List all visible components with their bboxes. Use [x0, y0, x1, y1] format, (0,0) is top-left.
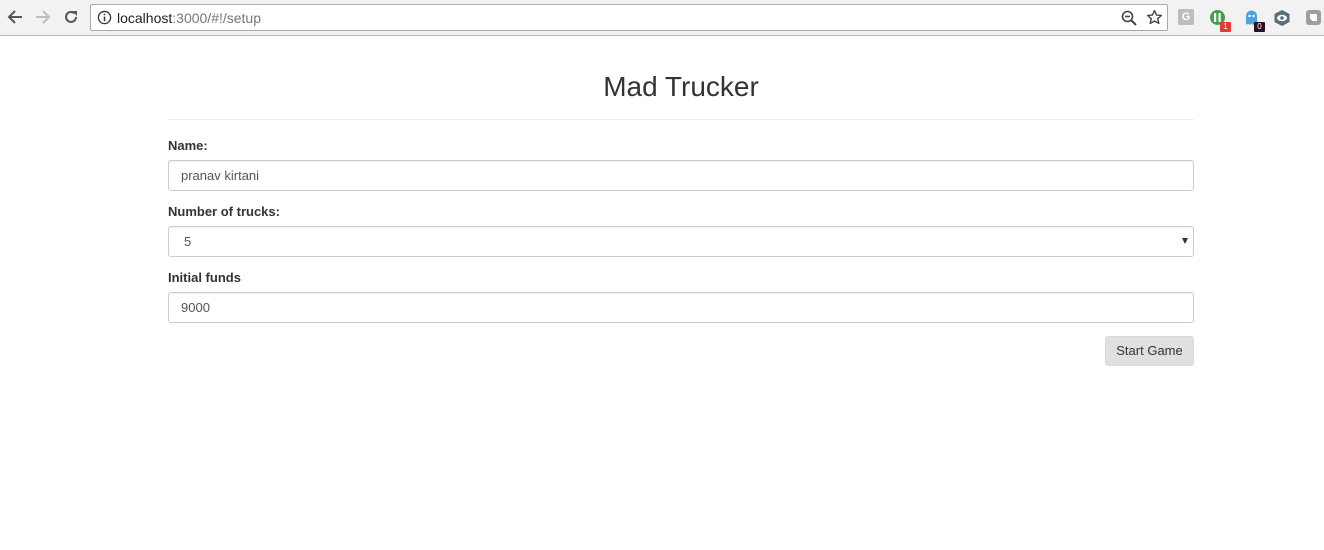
- funds-input-value: 9000: [181, 300, 210, 315]
- start-game-button[interactable]: Start Game: [1105, 336, 1194, 366]
- reload-icon: [65, 10, 77, 23]
- ghost-extension-badge: 0: [1254, 22, 1265, 32]
- trucks-select[interactable]: 5: [168, 226, 1194, 257]
- ghost-extension-icon[interactable]: 0: [1243, 9, 1265, 32]
- chevron-down-icon: [1182, 238, 1188, 244]
- bookmark-star-icon[interactable]: [1146, 9, 1163, 26]
- forward-button[interactable]: [32, 6, 54, 28]
- g-extension-letter: G: [1181, 11, 1191, 23]
- g-extension-icon[interactable]: G: [1178, 9, 1194, 25]
- pocket-extension-glyph: [1306, 10, 1321, 25]
- pocket-extension-icon[interactable]: [1305, 9, 1323, 27]
- info-icon[interactable]: [97, 10, 112, 25]
- eye-extension-icon[interactable]: [1273, 9, 1291, 27]
- trucks-select-value: 5: [184, 234, 192, 249]
- eye-extension-glyph: [1274, 10, 1290, 26]
- reload-button[interactable]: [60, 6, 82, 28]
- back-button[interactable]: [4, 6, 26, 28]
- name-input-value: pranav kirtani: [181, 168, 260, 183]
- green-extension-icon[interactable]: 1: [1209, 9, 1231, 32]
- zoom-out-icon[interactable]: [1121, 10, 1137, 26]
- name-label: Name:: [168, 138, 208, 153]
- trucks-label: Number of trucks:: [168, 204, 280, 219]
- green-extension-badge: 1: [1220, 22, 1231, 32]
- page-title: Mad Trucker: [603, 71, 759, 102]
- title-divider: [168, 119, 1194, 120]
- name-input[interactable]: pranav kirtani: [168, 160, 1194, 191]
- url-text[interactable]: localhost:3000/#!/setup: [117, 10, 261, 26]
- url-host: localhost: [117, 10, 173, 26]
- funds-label: Initial funds: [168, 270, 241, 285]
- arrow-right-icon: [36, 10, 51, 24]
- url-path: :3000/#!/setup: [172, 10, 262, 26]
- address-bar[interactable]: localhost:3000/#!/setup: [90, 4, 1168, 31]
- funds-input[interactable]: 9000: [168, 292, 1194, 323]
- browser-toolbar: localhost:3000/#!/setup G 1 0: [0, 0, 1324, 36]
- arrow-left-icon: [7, 10, 22, 24]
